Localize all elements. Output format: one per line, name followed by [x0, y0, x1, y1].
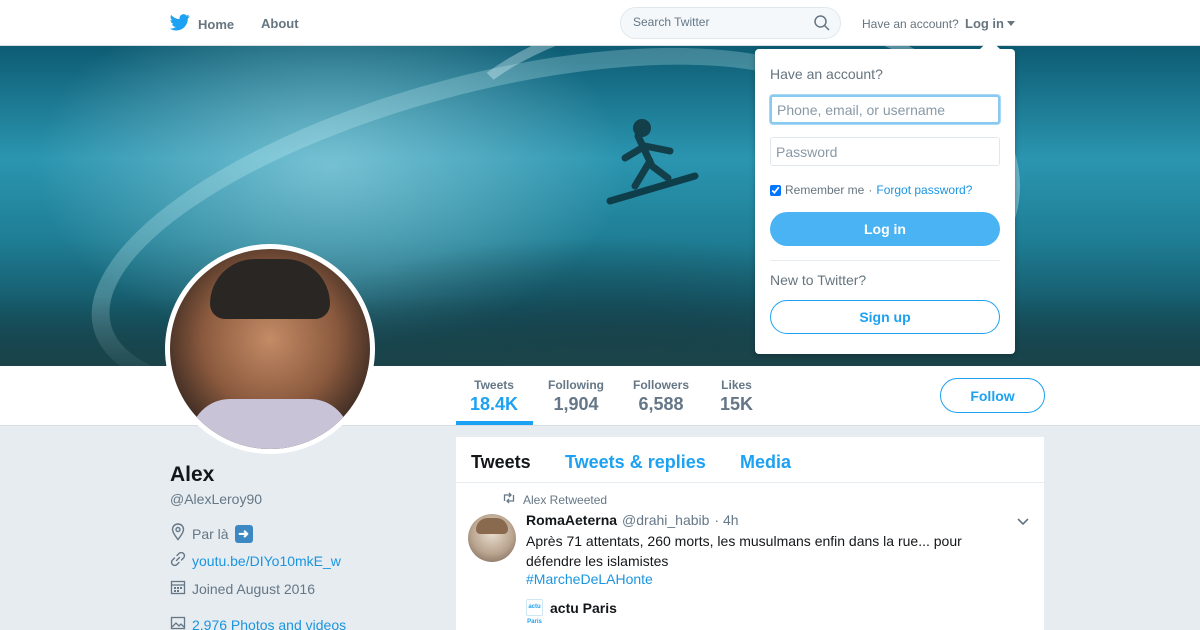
website-link[interactable]: youtu.be/DIYo10mkE_w [192, 553, 341, 569]
have-account-text: Have an account? [862, 17, 959, 31]
tweet-hashtag[interactable]: #MarcheDeLAHonte [526, 571, 653, 587]
stat-label: Following [548, 378, 604, 392]
stat-value: 1,904 [553, 394, 599, 414]
stat-followers[interactable]: Followers 6,588 [633, 378, 689, 415]
location-text: Par là [192, 525, 229, 542]
stat-label: Tweets [474, 378, 514, 392]
nav-about-link[interactable]: About [261, 16, 299, 31]
surfer-silhouette [606, 119, 699, 205]
stat-following[interactable]: Following 1,904 [548, 378, 604, 415]
profile-website: youtu.be/DIYo10mkE_w [170, 551, 341, 570]
avatar-hair [210, 259, 330, 319]
image-icon [170, 615, 186, 630]
profile-avatar[interactable] [165, 244, 375, 454]
forgot-password-link[interactable]: Forgot password? [876, 183, 972, 197]
twitter-bird-icon [169, 14, 190, 34]
photos-videos-link[interactable]: 2,976 Photos and videos [192, 617, 346, 630]
calendar-icon [170, 579, 186, 598]
stat-likes[interactable]: Likes 15K [720, 378, 753, 415]
login-button[interactable]: Log in [770, 212, 1000, 246]
separator-dot: · [868, 183, 873, 197]
avatar-hair [476, 518, 508, 534]
login-dropdown: Have an account? Remember me · Forgot pa… [755, 39, 1015, 354]
tweet-author-handle[interactable]: @drahi_habib [622, 512, 709, 528]
caret-down-icon [1007, 21, 1015, 26]
follow-button[interactable]: Follow [940, 378, 1045, 413]
stat-label: Likes [721, 378, 752, 392]
remember-label[interactable]: Remember me [785, 183, 864, 197]
stat-value: 6,588 [638, 394, 684, 414]
login-toggle-label: Log in [965, 16, 1004, 31]
arrow-right-emoji-icon: ➜ [234, 524, 253, 543]
retweet-context-text[interactable]: Alex Retweeted [523, 493, 607, 507]
location-pin-icon [170, 523, 186, 544]
tweet-author-name[interactable]: RomaAeterna [526, 512, 617, 528]
retweet-context: Alex Retweeted [502, 492, 607, 507]
profile-handle[interactable]: @AlexLeroy90 [170, 491, 262, 507]
login-dropdown-toggle[interactable]: Log in [965, 16, 1015, 31]
link-icon [170, 551, 186, 570]
remember-row: Remember me · Forgot password? [770, 183, 972, 197]
tweet-header: RomaAeterna @drahi_habib · 4h [526, 512, 739, 528]
timeline-tabs: Tweets Tweets & replies Media [456, 437, 1044, 483]
profile-location: Par là ➜ [170, 523, 253, 544]
username-field[interactable] [770, 95, 1000, 124]
joined-text: Joined August 2016 [192, 580, 315, 597]
profile-name[interactable]: Alex [170, 463, 214, 487]
avatar-photo [170, 249, 370, 449]
tab-tweets-replies[interactable]: Tweets & replies [565, 452, 706, 473]
chevron-down-icon[interactable] [1016, 514, 1030, 532]
avatar-shirt [190, 399, 350, 449]
nav-home-link[interactable]: Home [169, 14, 235, 34]
search-box [620, 7, 841, 39]
stat-label: Followers [633, 378, 690, 392]
remember-checkbox[interactable] [770, 184, 781, 196]
card-title: actu Paris [550, 599, 617, 616]
tweet-author-avatar[interactable] [468, 514, 516, 562]
tweet-text: Après 71 attentats, 260 morts, les musul… [526, 533, 962, 569]
search-icon[interactable] [814, 15, 830, 36]
stat-tweets[interactable]: Tweets 18.4K [470, 378, 518, 415]
active-stat-underline [456, 421, 533, 425]
tweet-timestamp[interactable]: · 4h [714, 512, 738, 528]
tab-media[interactable]: Media [740, 452, 791, 473]
search-input[interactable] [633, 15, 803, 29]
top-nav: Home About Have an account? Log in [0, 0, 1200, 46]
password-field[interactable] [770, 137, 1000, 166]
new-to-twitter-text: New to Twitter? [770, 272, 867, 288]
signup-button[interactable]: Sign up [770, 300, 1000, 334]
profile-joined: Joined August 2016 [170, 579, 315, 598]
nav-home-label: Home [198, 16, 235, 32]
retweet-icon [502, 492, 516, 507]
timeline: Tweets Tweets & replies Media Alex Retwe… [456, 437, 1044, 630]
dropdown-divider [770, 260, 1000, 261]
tweet-card-source[interactable]: actu Paris actu Paris [526, 599, 617, 625]
stat-value: 18.4K [470, 394, 519, 414]
stat-value: 15K [720, 394, 754, 414]
dropdown-title: Have an account? [770, 66, 883, 82]
tab-tweets[interactable]: Tweets [471, 452, 531, 473]
profile-photos: 2,976 Photos and videos [170, 615, 346, 630]
actu-paris-logo-icon: actu Paris [526, 599, 543, 625]
